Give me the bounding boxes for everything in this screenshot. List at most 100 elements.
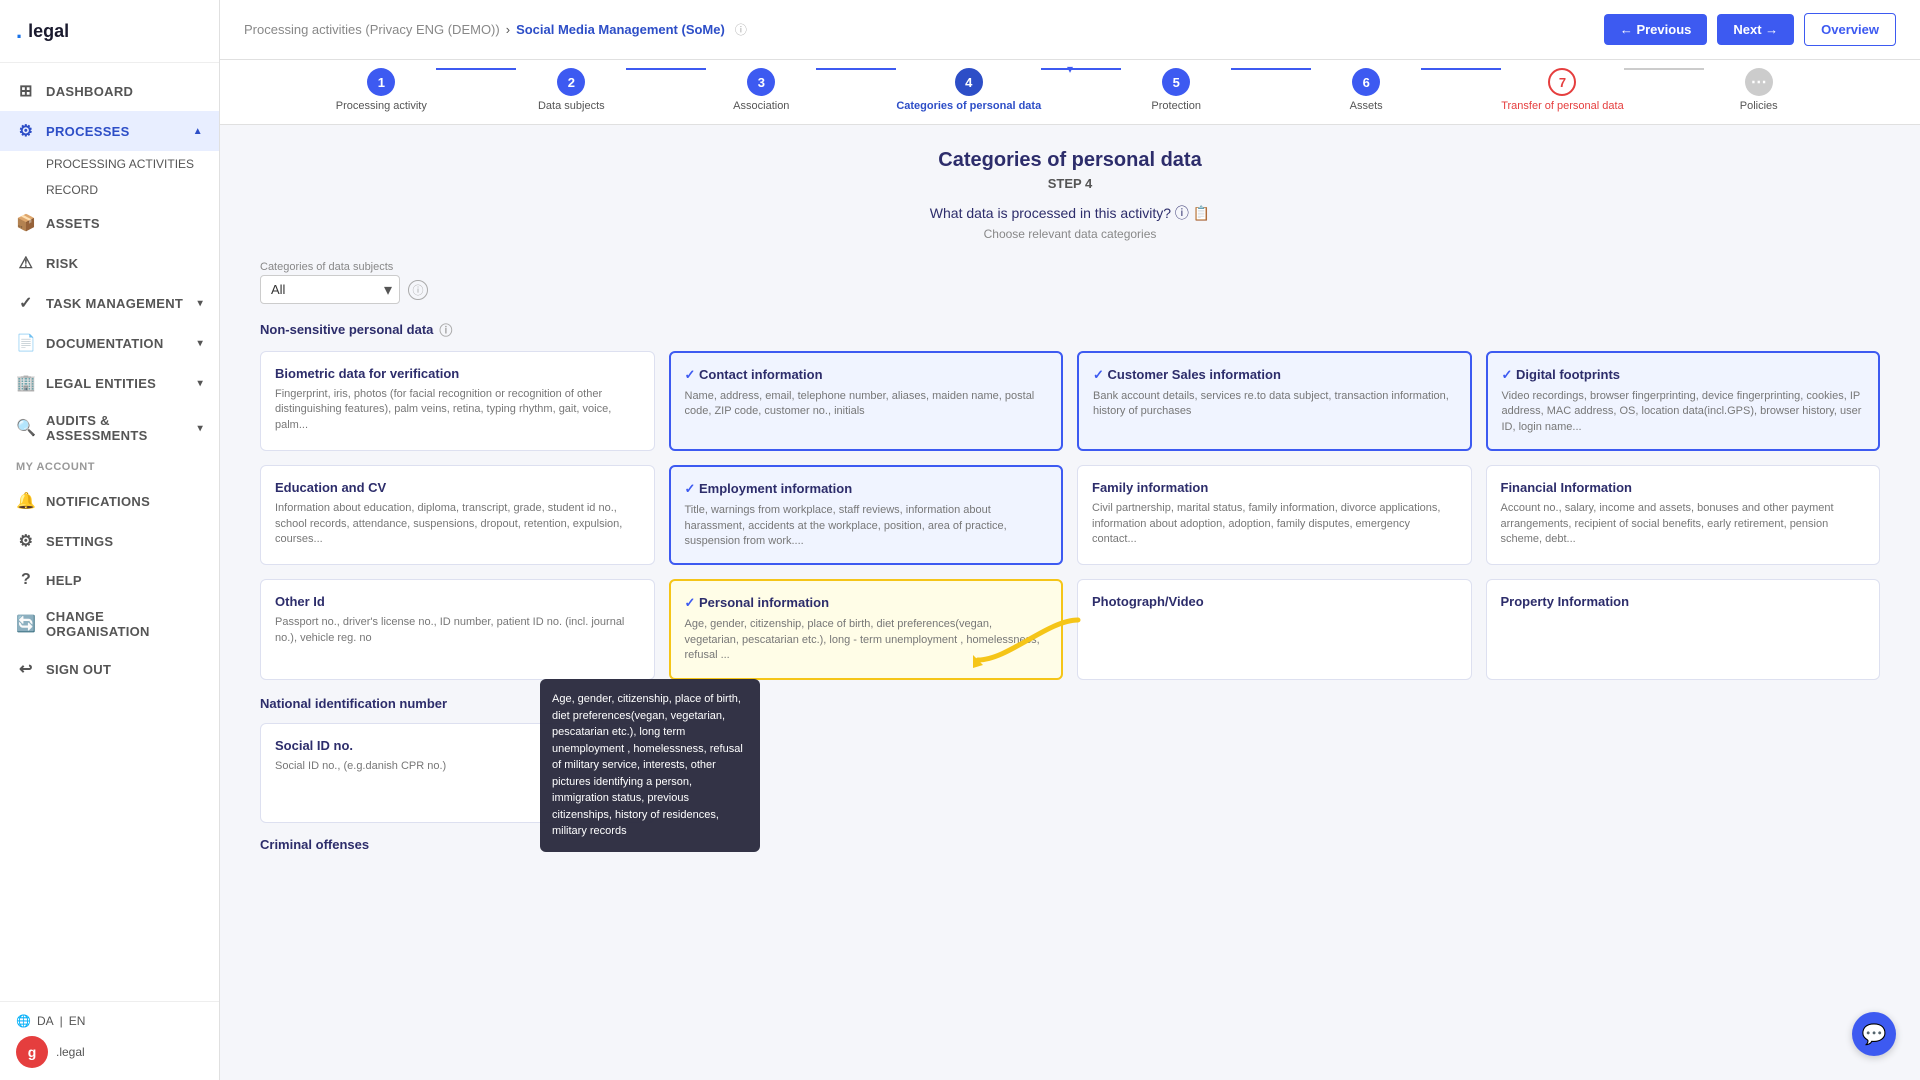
card-other-id-body: Passport no., driver's license no., ID n… <box>275 615 640 646</box>
card-employment-title: ✓ Employment information <box>685 481 1048 497</box>
card-digital-footprints-title: ✓ Digital footprints <box>1502 367 1865 383</box>
sidebar-label-dashboard: DASHBOARD <box>46 84 133 99</box>
sidebar-label-doc: DOCUMENTATION <box>46 336 164 351</box>
step-2-circle: 2 <box>557 68 585 96</box>
chat-icon: 💬 <box>1862 1022 1887 1047</box>
card-photograph-video[interactable]: Photograph/Video <box>1077 579 1472 679</box>
card-family[interactable]: Family information Civil partnership, ma… <box>1077 465 1472 565</box>
card-family-body: Civil partnership, marital status, famil… <box>1092 501 1457 547</box>
help-icon: ? <box>16 571 36 589</box>
step-4[interactable]: 4 Categories of personal data <box>896 68 1041 112</box>
card-biometric[interactable]: Biometric data for verification Fingerpr… <box>260 351 655 451</box>
sidebar-item-record[interactable]: RECORD <box>0 177 219 203</box>
step-3[interactable]: 3 Association <box>706 68 816 112</box>
card-personal-information[interactable]: ✓ Personal information Age, gender, citi… <box>669 579 1064 679</box>
card-personal-information-title: ✓ Personal information <box>685 595 1048 611</box>
steps-bar: ▾ 1 Processing activity 2 Data subjects … <box>220 60 1920 125</box>
step-4-label: Categories of personal data <box>896 100 1041 112</box>
sidebar: . legal ⊞ DASHBOARD ⚙ PROCESSES ▲ PROCES… <box>0 0 220 1080</box>
avatar: g <box>16 1036 48 1068</box>
sidebar-item-settings[interactable]: ⚙ SETTINGS <box>0 521 219 561</box>
sidebar-item-sign-out[interactable]: ↩ SIGN OUT <box>0 649 219 689</box>
breadcrumb-parent[interactable]: Processing activities (Privacy ENG (DEMO… <box>244 22 500 37</box>
sidebar-label-help: HELP <box>46 573 82 588</box>
step-7[interactable]: 7 Transfer of personal data <box>1501 68 1624 112</box>
lang-divider: | <box>60 1014 63 1028</box>
card-biometric-title: Biometric data for verification <box>275 366 640 381</box>
filter-info-button[interactable]: ⓘ <box>408 280 428 300</box>
sidebar-label-sign-out: SIGN OUT <box>46 662 111 677</box>
task-icon: ✓ <box>16 293 36 313</box>
card-employment[interactable]: ✓ Employment information Title, warnings… <box>669 465 1064 565</box>
dashboard-icon: ⊞ <box>16 81 36 101</box>
step-6[interactable]: 6 Assets <box>1311 68 1421 112</box>
card-digital-footprints-body: Video recordings, browser fingerprinting… <box>1502 389 1865 435</box>
step-label-main: STEP 4 <box>260 176 1880 191</box>
step-line-1 <box>436 68 516 70</box>
sidebar-item-task-management[interactable]: ✓ TASK MANAGEMENT ▾ <box>0 283 219 323</box>
my-account-section: MY ACCOUNT <box>0 453 219 481</box>
card-financial-title: Financial Information <box>1501 480 1866 495</box>
card-personal-information-body: Age, gender, citizenship, place of birth… <box>685 617 1048 663</box>
sidebar-label-change-org: CHANGE ORGANISATION <box>46 609 203 639</box>
tooltip-text: Age, gender, citizenship, place of birth… <box>552 693 743 837</box>
sidebar-item-notifications[interactable]: 🔔 NOTIFICATIONS <box>0 481 219 521</box>
sidebar-label-record: RECORD <box>46 183 98 197</box>
sidebar-bottom: 🌐 DA | EN g .legal <box>0 1001 219 1080</box>
audits-expand-icon: ▾ <box>198 423 203 434</box>
cards-row-1: Biometric data for verification Fingerpr… <box>260 351 1880 451</box>
sidebar-item-documentation[interactable]: 📄 DOCUMENTATION ▾ <box>0 323 219 363</box>
sidebar-item-legal-entities[interactable]: 🏢 LEGAL ENTITIES ▾ <box>0 363 219 403</box>
step-line-5 <box>1231 68 1311 70</box>
notifications-icon: 🔔 <box>16 491 36 511</box>
card-digital-footprints[interactable]: ✓ Digital footprints Video recordings, b… <box>1486 351 1881 451</box>
section-national-id: National identification number <box>260 696 1880 711</box>
sidebar-item-processes[interactable]: ⚙ PROCESSES ▲ <box>0 111 219 151</box>
card-other-id[interactable]: Other Id Passport no., driver's license … <box>260 579 655 679</box>
chat-button[interactable]: 💬 <box>1852 1012 1896 1056</box>
section-info-icon[interactable]: ⓘ <box>439 320 452 339</box>
filter-select-wrapper[interactable]: All Employees Customers Partners <box>260 275 400 304</box>
sidebar-item-help[interactable]: ? HELP <box>0 561 219 599</box>
step-5[interactable]: 5 Protection <box>1121 68 1231 112</box>
filter-select[interactable]: All Employees Customers Partners <box>260 275 400 304</box>
next-button[interactable]: Next → <box>1717 14 1794 45</box>
card-financial[interactable]: Financial Information Account no., salar… <box>1486 465 1881 565</box>
sidebar-item-audits[interactable]: 🔍 AUDITS & ASSESSMENTS ▾ <box>0 403 219 453</box>
card-customer-sales[interactable]: ✓ Customer Sales information Bank accoun… <box>1077 351 1472 451</box>
topbar: Processing activities (Privacy ENG (DEMO… <box>220 0 1920 60</box>
step-2[interactable]: 2 Data subjects <box>516 68 626 112</box>
card-education-title: Education and CV <box>275 480 640 495</box>
personal-information-tooltip: Age, gender, citizenship, place of birth… <box>540 679 760 852</box>
language-switcher[interactable]: 🌐 DA | EN <box>16 1014 203 1028</box>
prev-button[interactable]: ← Previous <box>1604 14 1708 45</box>
lang-en[interactable]: EN <box>69 1014 86 1028</box>
sidebar-label-risk: RISK <box>46 256 78 271</box>
card-photograph-video-title: Photograph/Video <box>1092 594 1457 609</box>
doc-expand-icon: ▾ <box>198 338 203 349</box>
sidebar-item-change-org[interactable]: 🔄 CHANGE ORGANISATION <box>0 599 219 649</box>
overview-button[interactable]: Overview <box>1804 13 1896 46</box>
step-1-label: Processing activity <box>336 100 427 112</box>
card-contact[interactable]: ✓ Contact information Name, address, ema… <box>669 351 1064 451</box>
sidebar-item-assets[interactable]: 📦 ASSETS <box>0 203 219 243</box>
card-property-information[interactable]: Property Information <box>1486 579 1881 679</box>
sidebar-item-processing-activities[interactable]: PROCESSING ACTIVITIES <box>0 151 219 177</box>
card-customer-sales-body: Bank account details, services re.to dat… <box>1093 389 1456 420</box>
audits-icon: 🔍 <box>16 418 36 438</box>
card-education[interactable]: Education and CV Information about educa… <box>260 465 655 565</box>
sidebar-label-processes: PROCESSES <box>46 124 130 139</box>
sidebar-item-risk[interactable]: ⚠ RISK <box>0 243 219 283</box>
card-customer-sales-title: ✓ Customer Sales information <box>1093 367 1456 383</box>
sidebar-item-dashboard[interactable]: ⊞ DASHBOARD <box>0 71 219 111</box>
filter-label: Categories of data subjects <box>260 261 428 273</box>
lang-da[interactable]: DA <box>37 1014 54 1028</box>
settings-icon: ⚙ <box>16 531 36 551</box>
breadcrumb-info-icon[interactable]: ⓘ <box>735 21 747 38</box>
card-other-id-title: Other Id <box>275 594 640 609</box>
card-employment-body: Title, warnings from workplace, staff re… <box>685 503 1048 549</box>
filter-label-wrapper: Categories of data subjects All Employee… <box>260 261 428 304</box>
step-1[interactable]: 1 Processing activity <box>326 68 436 112</box>
step-4-circle: 4 <box>955 68 983 96</box>
step-8[interactable]: ⋯ Policies <box>1704 68 1814 112</box>
